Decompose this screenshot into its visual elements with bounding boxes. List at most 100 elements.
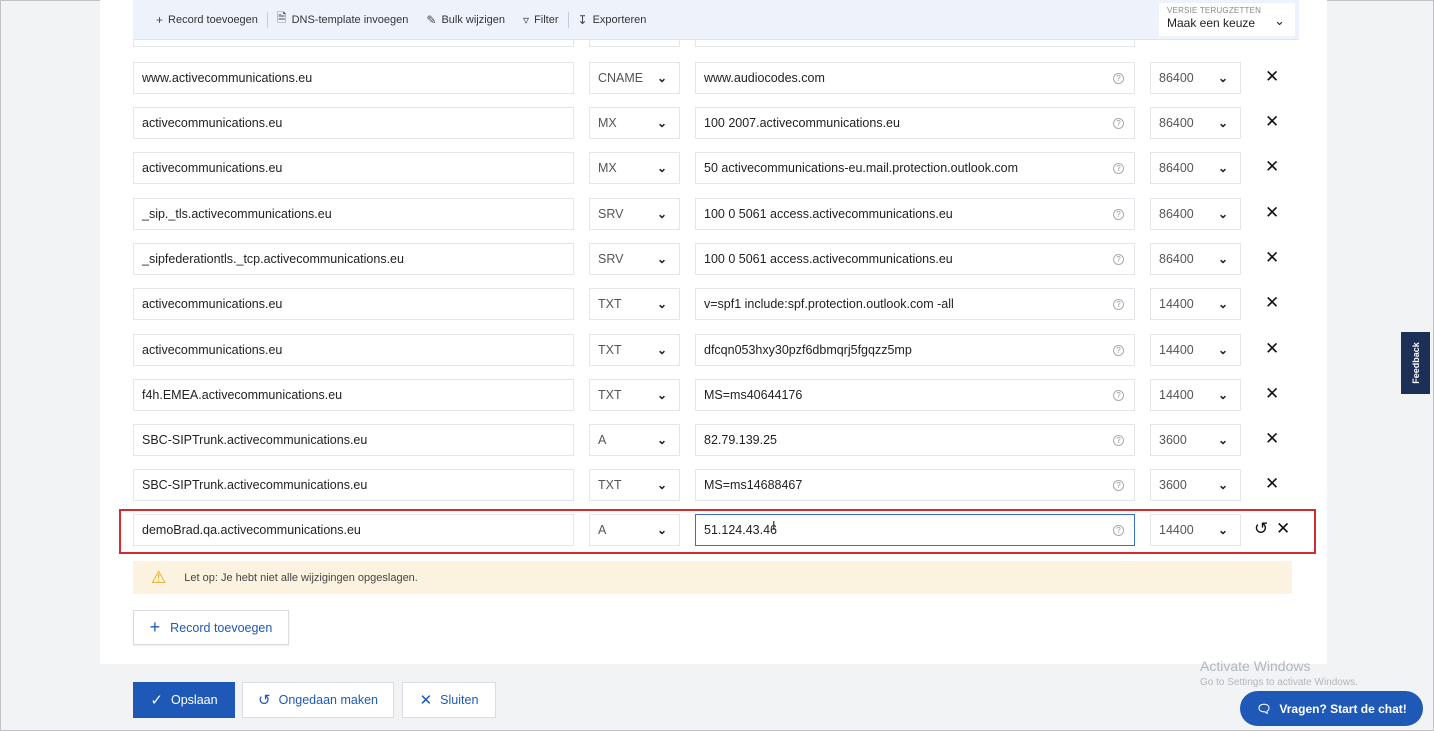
record-ttl-select[interactable]: 86400 ⌄	[1150, 62, 1241, 94]
text-cursor-icon: I	[772, 518, 776, 533]
delete-row-icon[interactable]: ✕	[1265, 112, 1279, 132]
delete-row-icon[interactable]: ✕	[1265, 339, 1279, 359]
chat-button[interactable]: 🗨 Vragen? Start de chat!	[1240, 691, 1423, 726]
help-icon[interactable]: ?	[1113, 73, 1124, 84]
version-restore-select[interactable]: VERSIE TERUGZETTEN Maak een keuze ⌄	[1159, 3, 1295, 36]
record-type-select[interactable]: CNAME ⌄	[589, 62, 680, 94]
record-ttl-select[interactable]: 14400 ⌄	[1150, 288, 1241, 320]
delete-row-icon[interactable]: ✕	[1265, 474, 1279, 494]
record-type-select[interactable]: A ⌄	[589, 514, 680, 546]
delete-row-icon[interactable]: ✕	[1265, 384, 1279, 404]
chevron-down-icon: ⌄	[1217, 297, 1228, 311]
undo-row-icon[interactable]: ↺	[1254, 519, 1268, 539]
delete-row-icon[interactable]: ✕	[1265, 248, 1279, 268]
filter-button[interactable]: ▿ Filter	[514, 13, 567, 27]
record-ttl-select[interactable]: 3600 ⌄	[1150, 469, 1241, 501]
record-value-input[interactable]: dfcqn053hxy30pzf6dbmqrj5fgqzz5mp?	[695, 334, 1135, 366]
record-ttl-value: 86400	[1159, 207, 1194, 221]
export-button[interactable]: ↧ Exporteren	[569, 13, 656, 27]
record-value-text: MS=ms14688467	[704, 478, 803, 492]
record-type-select[interactable]: TXT ⌄	[589, 288, 680, 320]
record-ttl-select[interactable]: 86400 ⌄	[1150, 107, 1241, 139]
feedback-tab[interactable]: Feedback	[1401, 332, 1430, 394]
record-type-select[interactable]: MX ⌄	[589, 107, 680, 139]
close-button[interactable]: ✕ Sluiten	[402, 682, 496, 718]
help-icon[interactable]: ?	[1113, 209, 1124, 220]
record-value-input[interactable]: 100 0 5061 access.activecommunications.e…	[695, 198, 1135, 230]
record-name-input[interactable]: _sip._tls.activecommunications.eu	[133, 198, 574, 230]
record-ttl-select[interactable]: 14400 ⌄	[1150, 514, 1241, 546]
warning-icon: ⚠	[151, 567, 167, 587]
delete-row-icon[interactable]: ✕	[1265, 203, 1279, 223]
record-ttl-select[interactable]: 86400 ⌄	[1150, 243, 1241, 275]
delete-row-icon[interactable]: ✕	[1265, 293, 1279, 313]
help-icon[interactable]: ?	[1113, 118, 1124, 129]
record-value-text: www.audiocodes.com	[704, 71, 825, 85]
add-record-button[interactable]: + Record toevoegen	[133, 610, 289, 645]
record-type-select[interactable]: SRV ⌄	[589, 243, 680, 275]
record-ttl-select[interactable]: 3600 ⌄	[1150, 424, 1241, 456]
toolbar: + Record toevoegen 🗎 DNS-template invoeg…	[133, 0, 1299, 40]
record-value-input[interactable]: 82.79.139.25?	[695, 424, 1135, 456]
record-type-value: SRV	[598, 207, 624, 221]
help-icon[interactable]: ?	[1113, 480, 1124, 491]
undo-button[interactable]: ↺ Ongedaan maken	[242, 682, 394, 718]
record-type-select[interactable]: MX ⌄	[589, 152, 680, 184]
record-ttl-value: 86400	[1159, 71, 1194, 85]
bulk-edit-button[interactable]: ✎ Bulk wijzigen	[417, 13, 514, 27]
record-value-input[interactable]: 100 0 5061 access.activecommunications.e…	[695, 243, 1135, 275]
record-value-input[interactable]: www.audiocodes.com?	[695, 62, 1135, 94]
record-value-input[interactable]: 51.124.43.46?	[695, 514, 1135, 546]
record-name-input[interactable]: www.activecommunications.eu	[133, 62, 574, 94]
record-type-value: SRV	[598, 252, 624, 266]
record-value-text: 100 0 5061 access.activecommunications.e…	[704, 207, 953, 221]
record-row: _sip._tls.activecommunications.eu SRV ⌄ 100…	[0, 198, 1434, 230]
help-icon[interactable]: ?	[1113, 435, 1124, 446]
help-icon[interactable]: ?	[1113, 525, 1124, 536]
help-icon[interactable]: ?	[1113, 345, 1124, 356]
record-value-input[interactable]: MS=ms14688467?	[695, 469, 1135, 501]
plus-icon: +	[149, 617, 161, 637]
record-ttl-select[interactable]: 86400 ⌄	[1150, 198, 1241, 230]
save-button[interactable]: ✓ Opslaan	[133, 682, 235, 718]
help-icon[interactable]: ?	[1113, 163, 1124, 174]
record-ttl-select[interactable]: 14400 ⌄	[1150, 379, 1241, 411]
record-value-text: MS=ms40644176	[704, 388, 803, 402]
chevron-down-icon: ⌄	[656, 297, 667, 311]
chevron-down-icon: ⌄	[1274, 13, 1285, 28]
record-value-input[interactable]: 50 activecommunications-eu.mail.protecti…	[695, 152, 1135, 184]
record-ttl-value: 86400	[1159, 161, 1194, 175]
unsaved-warning: ⚠ Let op: Je hebt niet alle wijzigingen …	[133, 561, 1292, 594]
record-name-input[interactable]: SBC-SIPTrunk.activecommunications.eu	[133, 469, 574, 501]
check-icon: ✓	[150, 692, 163, 709]
delete-row-icon[interactable]: ✕	[1265, 67, 1279, 87]
help-icon[interactable]: ?	[1113, 299, 1124, 310]
record-value-input[interactable]: 100 2007.activecommunications.eu?	[695, 107, 1135, 139]
record-type-value: TXT	[598, 297, 622, 311]
watermark-subtitle: Go to Settings to activate Windows.	[1200, 677, 1358, 688]
delete-row-icon[interactable]: ✕	[1265, 429, 1279, 449]
record-ttl-select[interactable]: 86400 ⌄	[1150, 152, 1241, 184]
help-icon[interactable]: ?	[1113, 390, 1124, 401]
record-name-input[interactable]: SBC-SIPTrunk.activecommunications.eu	[133, 424, 574, 456]
record-type-select[interactable]: TXT ⌄	[589, 469, 680, 501]
record-name-input[interactable]: activecommunications.eu	[133, 152, 574, 184]
record-type-select[interactable]: TXT ⌄	[589, 379, 680, 411]
delete-row-icon[interactable]: ✕	[1265, 157, 1279, 177]
record-name-input[interactable]: activecommunications.eu	[133, 107, 574, 139]
record-name-input[interactable]: _sipfederationtls._tcp.activecommunicati…	[133, 243, 574, 275]
record-name-input[interactable]: f4h.EMEA.activecommunications.eu	[133, 379, 574, 411]
delete-row-icon[interactable]: ✕	[1276, 519, 1290, 539]
record-name-input[interactable]: activecommunications.eu	[133, 334, 574, 366]
record-type-select[interactable]: SRV ⌄	[589, 198, 680, 230]
record-value-input[interactable]: MS=ms40644176?	[695, 379, 1135, 411]
record-name-input[interactable]: demoBrad.qa.activecommunications.eu	[133, 514, 574, 546]
help-icon[interactable]: ?	[1113, 254, 1124, 265]
dns-template-button[interactable]: 🗎 DNS-template invoegen	[268, 9, 417, 30]
record-type-select[interactable]: A ⌄	[589, 424, 680, 456]
add-record-toolbar-button[interactable]: + Record toevoegen	[147, 13, 267, 27]
record-value-input[interactable]: v=spf1 include:spf.protection.outlook.co…	[695, 288, 1135, 320]
record-type-select[interactable]: TXT ⌄	[589, 334, 680, 366]
record-ttl-select[interactable]: 14400 ⌄	[1150, 334, 1241, 366]
record-name-input[interactable]: activecommunications.eu	[133, 288, 574, 320]
